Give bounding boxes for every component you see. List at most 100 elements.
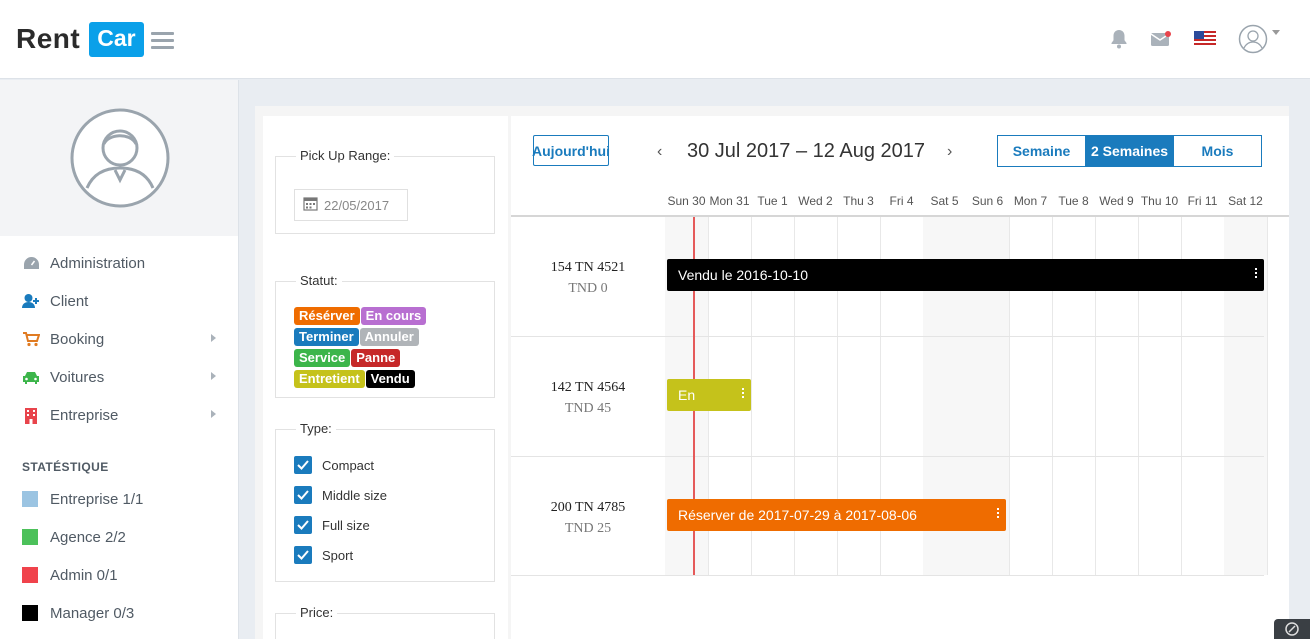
sidebar-item-entreprise[interactable]: Entreprise: [0, 396, 238, 434]
day-header: Fri 11: [1187, 194, 1218, 208]
day-header: Fri 4: [889, 194, 914, 208]
type-box: Type: Compact Middle size Full size Spor…: [275, 421, 495, 582]
stat-color-swatch: [22, 567, 38, 583]
checkbox-checked-icon[interactable]: [294, 546, 312, 564]
filters-panel: Pick Up Range: 22/05/2017 Statut: Résérv…: [263, 116, 508, 639]
day-header: Tue 1: [757, 194, 788, 208]
sidebar-item-label: Voitures: [50, 368, 105, 386]
sidebar-item-administration[interactable]: Administration: [0, 244, 238, 282]
view-switcher: Semaine 2 Semaines Mois: [997, 135, 1262, 167]
brand-logo[interactable]: Rent Car: [16, 20, 144, 58]
user-avatar-icon[interactable]: [1238, 24, 1280, 54]
event-bar[interactable]: En: [667, 379, 751, 411]
event-menu-icon[interactable]: [1255, 268, 1258, 280]
timeline-grid: 154 TN 4521 TND 0 142 TN 4564 TND 45 200…: [511, 217, 1289, 576]
tag-terminer[interactable]: Terminer: [294, 328, 359, 346]
chevron-right-icon: [211, 372, 216, 380]
brand-rent-text: Rent: [16, 23, 81, 54]
today-button[interactable]: Aujourd'hui: [532, 135, 610, 166]
scheduler-calendar: Aujourd'hui ‹ 30 Jul 2017 – 12 Aug 2017 …: [511, 116, 1289, 639]
resource-price: TND 0: [568, 281, 608, 296]
grid-column-line: [1267, 217, 1268, 575]
tag-service[interactable]: Service: [294, 349, 351, 367]
day-header: Mon 7: [1013, 194, 1048, 208]
type-option-sport[interactable]: Sport: [276, 540, 494, 570]
tag-panne[interactable]: Panne: [351, 349, 401, 367]
chevron-right-icon: [211, 410, 216, 418]
resource-row-label: 200 TN 4785 TND 25: [511, 500, 665, 537]
calendar-icon: [303, 196, 318, 214]
event-bar[interactable]: Réserver de 2017-07-29 à 2017-08-06: [667, 499, 1006, 531]
sidebar-item-label: Client: [50, 292, 89, 310]
dashboard-icon: [22, 254, 40, 272]
checkbox-checked-icon[interactable]: [294, 486, 312, 504]
stat-item-agence[interactable]: Agence 2/2: [0, 518, 238, 556]
stat-item-manager[interactable]: Manager 0/3: [0, 594, 238, 632]
stat-label: Agence 2/2: [50, 528, 126, 546]
grid-row-line: [511, 575, 1264, 576]
us-flag-icon[interactable]: [1194, 31, 1216, 47]
event-label: Réserver de 2017-07-29 à 2017-08-06: [678, 507, 917, 523]
checkbox-checked-icon[interactable]: [294, 516, 312, 534]
price-legend: Price:: [296, 605, 338, 620]
sidebar: Administration Client Booking Voitures E…: [0, 80, 239, 639]
sidebar-item-label: Entreprise: [50, 406, 119, 424]
type-option-label: Full size: [322, 517, 370, 533]
stat-color-swatch: [22, 491, 38, 507]
day-header: Sat 12: [1228, 194, 1263, 208]
day-header: Wed 2: [798, 194, 833, 208]
grid-row-line: [511, 336, 1264, 337]
date-range-title: 30 Jul 2017 – 12 Aug 2017: [687, 140, 925, 162]
car-icon: [22, 368, 40, 386]
grid-row-line: [511, 456, 1264, 457]
stat-color-swatch: [22, 605, 38, 621]
chevron-right-icon: [211, 334, 216, 342]
hamburger-menu-icon[interactable]: [151, 32, 174, 53]
event-label: En: [678, 387, 696, 403]
view-week-button[interactable]: Semaine: [998, 136, 1086, 166]
stat-item-admin[interactable]: Admin 0/1: [0, 556, 238, 594]
tag-entretient[interactable]: Entretient: [294, 370, 365, 388]
event-menu-icon[interactable]: [742, 388, 745, 400]
resource-row-label: 154 TN 4521 TND 0: [511, 260, 665, 297]
tag-annuler[interactable]: Annuler: [359, 328, 419, 346]
brand-car-text: Car: [89, 21, 144, 57]
pickup-date-input[interactable]: 22/05/2017: [294, 189, 408, 221]
settings-tool-icon[interactable]: [1274, 619, 1310, 639]
resource-name: 200 TN 4785: [550, 500, 626, 515]
day-header: Thu 3: [843, 194, 874, 208]
type-option-full-size[interactable]: Full size: [276, 510, 494, 540]
event-bar[interactable]: Vendu le 2016-10-10: [667, 259, 1264, 291]
tag-reserver[interactable]: Résérver: [294, 307, 360, 325]
tag-vendu[interactable]: Vendu: [365, 370, 415, 388]
prev-arrow-icon[interactable]: ‹: [657, 143, 662, 161]
user-plus-icon: [22, 292, 40, 310]
view-month-button[interactable]: Mois: [1174, 136, 1261, 166]
sidebar-menu: Administration Client Booking Voitures E…: [0, 236, 238, 434]
checkbox-checked-icon[interactable]: [294, 456, 312, 474]
sidebar-item-client[interactable]: Client: [0, 282, 238, 320]
day-header: Wed 9: [1099, 194, 1134, 208]
next-arrow-icon[interactable]: ›: [947, 143, 952, 161]
price-box: Price:: [275, 605, 495, 639]
statut-legend: Statut:: [296, 273, 342, 288]
stat-label: Admin 0/1: [50, 566, 118, 584]
sidebar-item-label: Booking: [50, 330, 105, 348]
chevron-down-icon: [1272, 29, 1280, 35]
resource-name: 142 TN 4564: [550, 380, 626, 395]
mail-icon[interactable]: [1150, 30, 1172, 48]
view-two-weeks-button[interactable]: 2 Semaines: [1086, 136, 1174, 166]
resource-row-label: 142 TN 4564 TND 45: [511, 380, 665, 417]
stat-label: Manager 0/3: [50, 604, 135, 622]
tag-en-cours[interactable]: En cours: [360, 307, 427, 325]
top-bar: Rent Car: [0, 0, 1310, 79]
event-menu-icon[interactable]: [997, 508, 1000, 520]
type-option-middle-size[interactable]: Middle size: [276, 480, 494, 510]
sidebar-item-booking[interactable]: Booking: [0, 320, 238, 358]
sidebar-item-voitures[interactable]: Voitures: [0, 358, 238, 396]
type-option-compact[interactable]: Compact: [276, 450, 494, 480]
pickup-date-value: 22/05/2017: [324, 197, 390, 213]
bell-icon[interactable]: [1110, 29, 1128, 49]
stat-item-entreprise[interactable]: Entreprise 1/1: [0, 480, 238, 518]
stats-section-title: STATÉSTIQUE: [22, 460, 109, 474]
